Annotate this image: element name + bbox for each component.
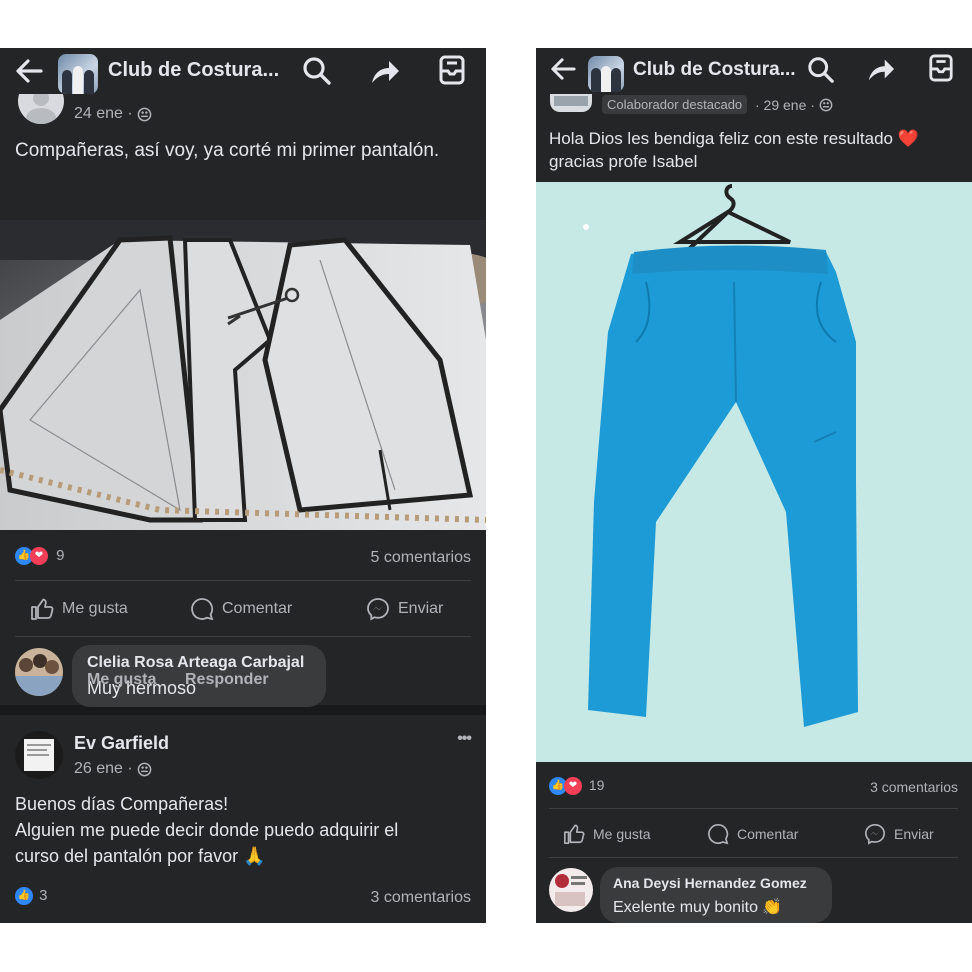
post-text-line: Buenos días Compañeras! bbox=[15, 794, 229, 814]
like-reaction-icon: 👍 bbox=[15, 887, 33, 906]
comment-label: Comentar bbox=[737, 826, 799, 842]
left-phone-screen: Club de Costura... 24 ene · Compañeras, … bbox=[0, 48, 486, 923]
messenger-icon bbox=[865, 824, 885, 845]
reaction-count: 3 bbox=[39, 887, 48, 904]
post-card: 24 ene · Compañeras, así voy, ya corté m… bbox=[0, 78, 486, 707]
send-button[interactable]: Enviar bbox=[366, 597, 443, 621]
group-avatar[interactable] bbox=[58, 54, 98, 94]
post-photo[interactable] bbox=[0, 220, 486, 530]
like-label: Me gusta bbox=[62, 600, 128, 617]
comment-bubble[interactable]: Ana Deysi Hernandez Gomez Exelente muy b… bbox=[600, 867, 832, 923]
globe-icon bbox=[137, 107, 152, 122]
commenter-avatar[interactable] bbox=[15, 648, 63, 696]
back-arrow-icon[interactable] bbox=[14, 58, 44, 84]
send-label: Enviar bbox=[894, 826, 934, 842]
group-avatar[interactable] bbox=[588, 56, 624, 92]
divider bbox=[549, 857, 958, 858]
post-text: Compañeras, así voy, ya corté mi primer … bbox=[15, 140, 440, 161]
inbox-icon[interactable] bbox=[438, 54, 466, 86]
comment-label: Comentar bbox=[222, 600, 293, 617]
comment-text: Exelente muy bonito 👏 bbox=[613, 899, 783, 916]
post-time[interactable]: 24 ene · bbox=[74, 105, 133, 123]
post-card: Ev Garfield ••• 26 ene · Buenos días Com… bbox=[0, 715, 486, 923]
messenger-icon bbox=[367, 598, 389, 621]
divider bbox=[549, 808, 958, 809]
thumbs-up-icon bbox=[564, 824, 585, 844]
love-reaction-icon: ❤ bbox=[30, 547, 48, 566]
send-button[interactable]: Enviar bbox=[864, 823, 934, 845]
like-button[interactable]: Me gusta bbox=[30, 597, 128, 621]
globe-icon bbox=[137, 762, 152, 777]
comment-count[interactable]: 3 comentarios bbox=[870, 779, 958, 795]
comment-icon bbox=[708, 824, 729, 845]
group-title[interactable]: Club de Costura... bbox=[108, 59, 279, 82]
top-bar: Club de Costura... bbox=[536, 48, 972, 94]
comment-count[interactable]: 5 comentarios bbox=[371, 549, 472, 567]
post-photo[interactable] bbox=[536, 182, 972, 762]
right-phone-screen: Club de Costura... Colaborador destacado… bbox=[536, 48, 972, 923]
commenter-avatar[interactable] bbox=[549, 868, 593, 912]
divider bbox=[15, 580, 471, 581]
post-time[interactable]: 26 ene · bbox=[74, 760, 133, 778]
search-icon[interactable] bbox=[807, 56, 835, 84]
search-icon[interactable] bbox=[302, 56, 332, 86]
divider bbox=[15, 636, 471, 637]
comment-icon bbox=[191, 598, 214, 621]
post-time[interactable]: · 29 ene · bbox=[755, 97, 815, 113]
comment-button[interactable]: Comentar bbox=[190, 597, 292, 621]
comment-author[interactable]: Clelia Rosa Arteaga Carbajal bbox=[87, 654, 304, 672]
post-card: Colaborador destacado · 29 ene · Hola Di… bbox=[536, 74, 972, 923]
author-avatar[interactable] bbox=[15, 731, 63, 779]
post-text-line: curso del pantalón por favor 🙏 bbox=[15, 846, 266, 866]
reaction-count: 19 bbox=[588, 777, 605, 793]
comment-count[interactable]: 3 comentarios bbox=[371, 889, 472, 907]
reaction-summary[interactable]: 👍 ❤ 19 bbox=[549, 777, 605, 796]
author-name[interactable]: Ev Garfield bbox=[74, 733, 169, 754]
send-label: Enviar bbox=[398, 600, 444, 617]
share-icon[interactable] bbox=[369, 56, 401, 86]
share-icon[interactable] bbox=[866, 55, 896, 83]
post-text-line: Hola Dios les bendiga feliz con este res… bbox=[549, 129, 919, 148]
comment-reply-link[interactable]: Responder bbox=[185, 671, 269, 689]
comment-author[interactable]: Ana Deysi Hernandez Gomez bbox=[613, 875, 807, 891]
post-text-line: gracias profe Isabel bbox=[549, 152, 698, 171]
love-reaction-icon: ❤ bbox=[564, 777, 582, 796]
reaction-summary[interactable]: 👍 ❤ 9 bbox=[15, 547, 65, 566]
inbox-icon[interactable] bbox=[928, 53, 954, 83]
globe-icon bbox=[819, 98, 833, 112]
thumbs-up-icon bbox=[31, 598, 54, 620]
post-text-line: Alguien me puede decir donde puedo adqui… bbox=[15, 820, 399, 840]
more-options-icon[interactable]: ••• bbox=[457, 730, 472, 748]
reaction-count: 9 bbox=[56, 547, 65, 564]
comment-button[interactable]: Comentar bbox=[707, 823, 798, 845]
like-label: Me gusta bbox=[593, 826, 651, 842]
top-contributor-badge: Colaborador destacado bbox=[602, 95, 748, 114]
comment-like-link[interactable]: Me gusta bbox=[87, 671, 156, 689]
top-bar: Club de Costura... bbox=[0, 48, 486, 94]
group-title[interactable]: Club de Costura... bbox=[633, 59, 796, 81]
reaction-summary[interactable]: 👍 3 bbox=[15, 887, 48, 906]
back-arrow-icon[interactable] bbox=[549, 57, 577, 81]
like-button[interactable]: Me gusta bbox=[563, 823, 651, 845]
